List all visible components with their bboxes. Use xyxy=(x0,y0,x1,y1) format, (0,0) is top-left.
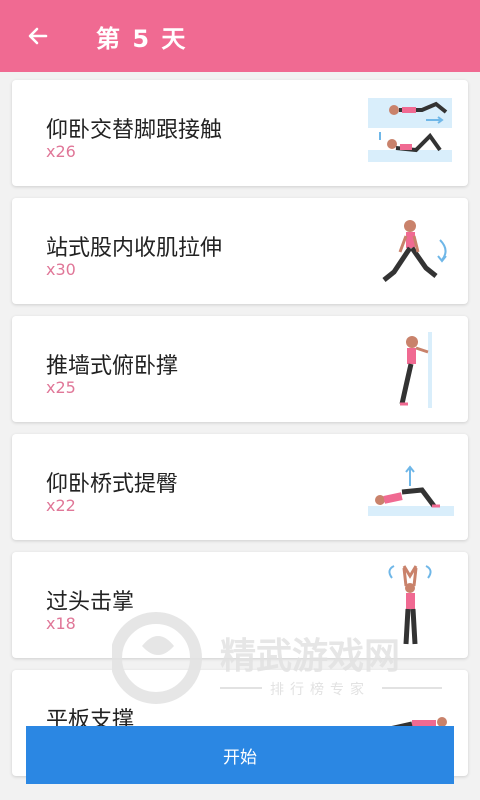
exercise-name: 推墙式俯卧撑 xyxy=(46,354,179,379)
exercise-reps: x22 xyxy=(46,496,76,515)
exercise-name: 站式股内收肌拉伸 xyxy=(46,236,223,261)
exercise-reps: x26 xyxy=(46,142,76,161)
app-header: 第 5 天 xyxy=(0,0,480,72)
exercise-card[interactable]: 仰卧交替脚跟接触 x26 xyxy=(12,80,468,186)
back-button[interactable] xyxy=(24,22,52,50)
exercise-card[interactable]: 推墙式俯卧撑 x25 xyxy=(12,316,468,422)
glute-bridge-illustration xyxy=(368,465,454,516)
exercise-reps: x18 xyxy=(46,614,76,633)
exercise-card[interactable]: 仰卧桥式提臀 x22 xyxy=(12,434,468,540)
start-button[interactable]: 开始 xyxy=(26,726,454,784)
exercise-card[interactable]: 站式股内收肌拉伸 x30 xyxy=(12,198,468,304)
heel-touch-illustration xyxy=(368,98,452,162)
exercise-reps: x25 xyxy=(46,378,76,397)
wall-pushup-illustration xyxy=(399,332,432,408)
overhead-clap-illustration xyxy=(388,565,432,645)
exercise-list: 仰卧交替脚跟接触 x26 站式股内收肌拉伸 x30 推墙式俯卧撑 x25 仰卧桥… xyxy=(12,80,468,788)
exercise-name: 仰卧桥式提臀 xyxy=(46,472,179,497)
exercise-name: 仰卧交替脚跟接触 xyxy=(46,118,223,143)
page-title: 第 5 天 xyxy=(96,24,188,53)
adductor-stretch-illustration xyxy=(382,220,447,282)
arrow-left-icon xyxy=(28,27,48,45)
exercise-name: 过头击掌 xyxy=(46,590,135,615)
exercise-reps: x30 xyxy=(46,260,76,279)
exercise-card[interactable]: 过头击掌 x18 xyxy=(12,552,468,658)
